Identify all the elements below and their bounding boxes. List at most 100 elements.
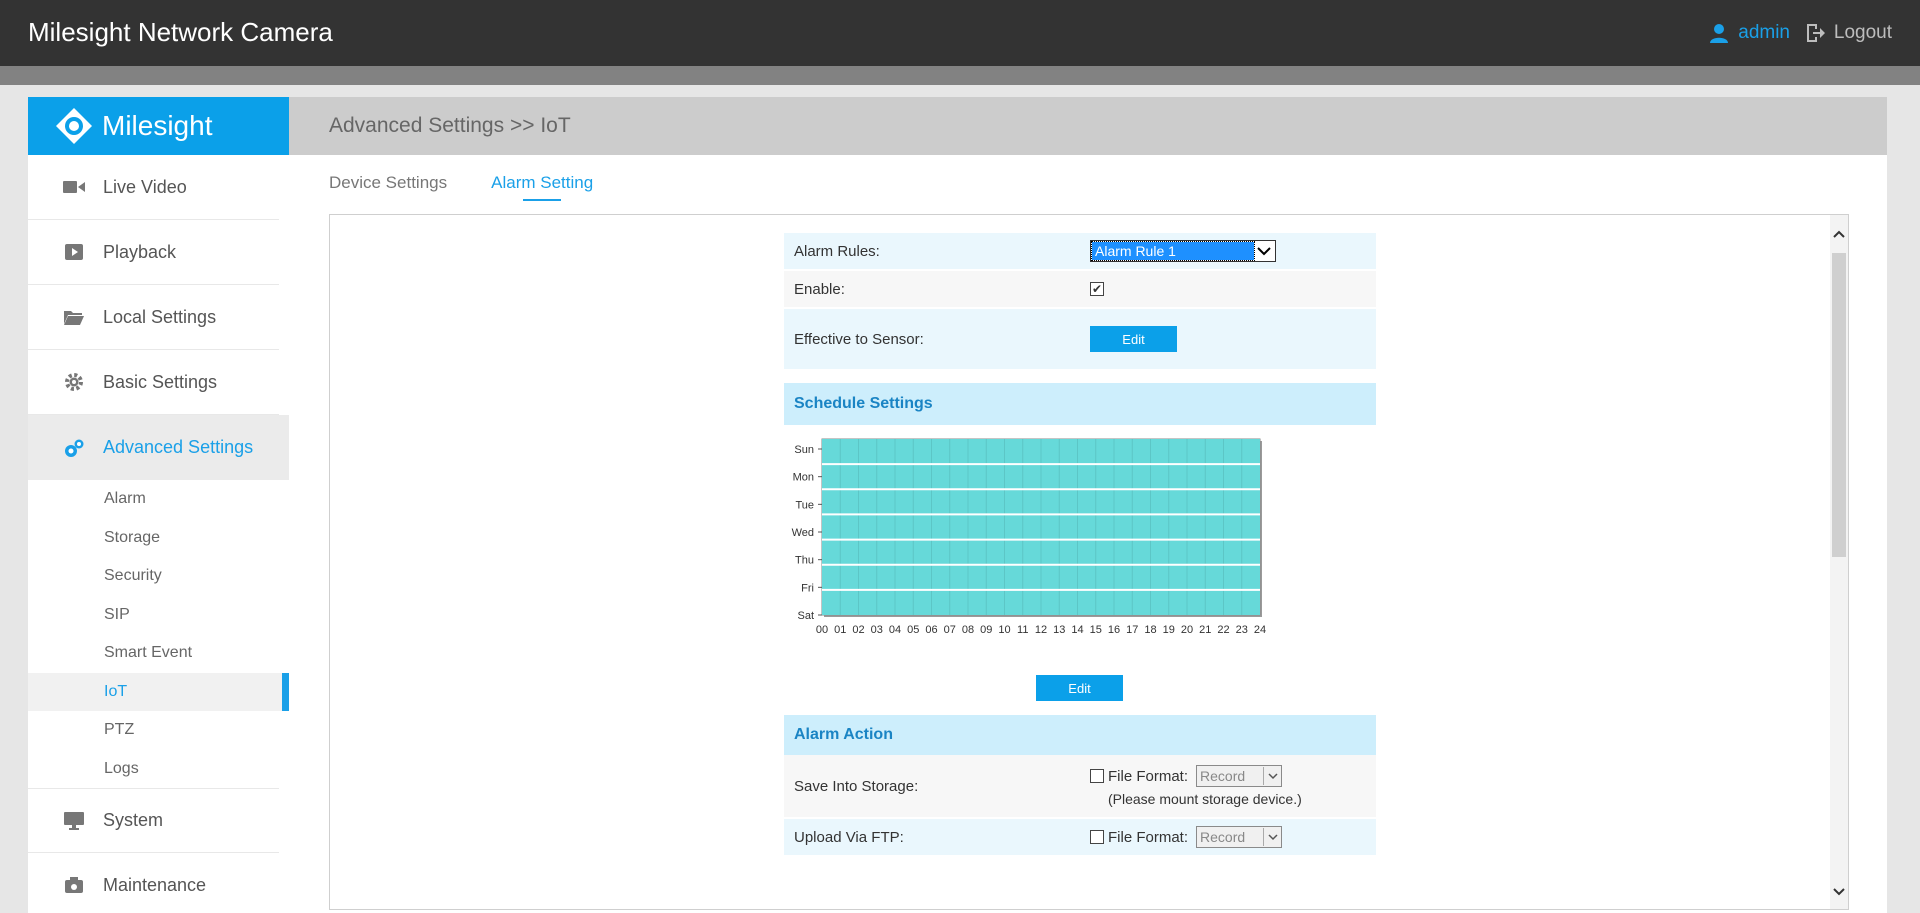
- nav-label[interactable]: Local Settings: [103, 307, 216, 328]
- nav-maintenance[interactable]: Maintenance: [28, 853, 279, 913]
- file-format-label: File Format:: [1108, 767, 1189, 785]
- file-format-value[interactable]: Record: [1200, 768, 1263, 784]
- x-tick-label: 24: [1254, 624, 1266, 636]
- schedule-chart[interactable]: Sun Mon Tue Wed Thu Fri Sat00 01 02 03 04 05 06 07 08 0…: [784, 425, 1376, 675]
- alarm-action-header: Alarm Action: [784, 715, 1376, 755]
- alarm-rules-label: Alarm Rules:: [794, 242, 880, 260]
- x-tick-label: 18: [1144, 624, 1156, 636]
- camera-box-icon: [63, 874, 85, 896]
- subnav-ptz[interactable]: PTZ: [28, 711, 289, 750]
- mount-storage-note: (Please mount storage device.): [1108, 791, 1302, 807]
- nav-local-settings[interactable]: Local Settings: [28, 285, 279, 350]
- nav-label[interactable]: System: [103, 810, 163, 831]
- subnav-storage[interactable]: Storage: [28, 519, 289, 558]
- y-tick-label-mon: Mon: [793, 472, 814, 484]
- schedule-settings-header: Schedule Settings: [784, 383, 1376, 425]
- x-tick-label: 05: [907, 624, 919, 636]
- save-storage-label: Save Into Storage:: [794, 777, 919, 795]
- scrollbar-thumb[interactable]: [1832, 253, 1846, 557]
- upload-ftp-format-select[interactable]: Record: [1196, 826, 1283, 848]
- enable-row: Enable: ✔: [784, 271, 1376, 307]
- gear-icon: [63, 371, 85, 393]
- user-menu[interactable]: admin: [1708, 22, 1790, 44]
- video-camera-icon: [63, 176, 85, 198]
- y-tick-label-wed: Wed: [792, 527, 814, 539]
- nav-live-video[interactable]: Live Video: [28, 155, 279, 220]
- effective-sensor-row: Effective to Sensor: Edit: [784, 309, 1376, 369]
- x-tick-label: 09: [980, 624, 992, 636]
- x-tick-label: 21: [1199, 624, 1211, 636]
- scroll-up-icon[interactable]: [1830, 225, 1848, 243]
- x-tick-label: 04: [889, 624, 901, 636]
- tab-bar: Device Settings Alarm Setting: [329, 173, 593, 201]
- schedule-edit-button[interactable]: Edit: [1036, 675, 1123, 701]
- subnav-security[interactable]: Security: [28, 557, 289, 596]
- upload-ftp-checkbox[interactable]: [1090, 830, 1104, 844]
- save-storage-row: Save Into Storage: File Format: Record (…: [784, 755, 1376, 817]
- x-tick-label: 06: [925, 624, 937, 636]
- enable-checkbox[interactable]: ✔: [1090, 282, 1104, 296]
- nav-label[interactable]: Advanced Settings: [103, 437, 253, 458]
- x-tick-label: 12: [1035, 624, 1047, 636]
- x-tick-label: 16: [1108, 624, 1120, 636]
- logout-button[interactable]: Logout: [1804, 22, 1892, 44]
- nav-playback[interactable]: Playback: [28, 220, 279, 285]
- alarm-setting-form: Alarm Rules: Alarm Rule 1 Enable: ✔ Effe…: [784, 233, 1376, 857]
- save-storage-checkbox[interactable]: [1090, 769, 1104, 783]
- file-format-value[interactable]: Record: [1200, 829, 1263, 845]
- x-tick-label: 10: [998, 624, 1010, 636]
- tab-device-settings[interactable]: Device Settings: [329, 173, 447, 201]
- x-tick-label: 00: [816, 624, 828, 636]
- scrollbar[interactable]: [1830, 215, 1848, 909]
- enable-label: Enable:: [794, 280, 845, 298]
- subnav-smart-event[interactable]: Smart Event: [28, 634, 289, 673]
- x-tick-label: 20: [1181, 624, 1193, 636]
- subnav-iot[interactable]: IoT: [28, 672, 289, 711]
- chevron-down-icon[interactable]: [1254, 246, 1274, 256]
- tab-alarm-setting[interactable]: Alarm Setting: [491, 173, 593, 201]
- scroll-down-icon[interactable]: [1830, 883, 1848, 901]
- x-tick-label: 17: [1126, 624, 1138, 636]
- chevron-down-icon[interactable]: [1263, 828, 1281, 846]
- settings-panel: Alarm Rules: Alarm Rule 1 Enable: ✔ Effe…: [329, 214, 1849, 910]
- header-strip: [0, 66, 1920, 85]
- play-icon: [63, 241, 85, 263]
- chevron-down-icon[interactable]: [1263, 767, 1281, 785]
- alarm-rules-row: Alarm Rules: Alarm Rule 1: [784, 233, 1376, 269]
- brand-logo: Milesight: [28, 97, 289, 155]
- subnav-alarm[interactable]: Alarm: [28, 480, 289, 519]
- y-tick-label-tue: Tue: [795, 499, 814, 511]
- subnav-sip[interactable]: SIP: [28, 596, 289, 635]
- x-tick-label: 23: [1236, 624, 1248, 636]
- app-title: Milesight Network Camera: [28, 17, 333, 47]
- save-storage-format-select[interactable]: Record: [1196, 765, 1283, 787]
- nav-label[interactable]: Maintenance: [103, 875, 206, 896]
- alarm-rules-value[interactable]: Alarm Rule 1: [1091, 241, 1255, 261]
- x-tick-label: 14: [1071, 624, 1083, 636]
- sidebar: Milesight Live Video Playback Local Sett…: [28, 97, 289, 913]
- alarm-rules-select[interactable]: Alarm Rule 1: [1090, 240, 1276, 262]
- folder-icon: [63, 306, 85, 328]
- nav-basic-settings[interactable]: Basic Settings: [28, 350, 279, 415]
- nav-system[interactable]: System: [28, 788, 279, 853]
- main-content: Advanced Settings >> IoT Device Settings…: [289, 97, 1887, 913]
- nav-label[interactable]: Playback: [103, 242, 176, 263]
- nav-label[interactable]: Live Video: [103, 177, 187, 198]
- username[interactable]: admin: [1738, 22, 1790, 44]
- milesight-logo-icon: [56, 108, 92, 144]
- x-tick-label: 03: [871, 624, 883, 636]
- nav-label[interactable]: Basic Settings: [103, 372, 217, 393]
- logout-label[interactable]: Logout: [1834, 22, 1892, 44]
- effective-sensor-label: Effective to Sensor:: [794, 330, 924, 348]
- subnav-logs[interactable]: Logs: [28, 750, 289, 789]
- x-tick-label: 22: [1217, 624, 1229, 636]
- x-tick-label: 08: [962, 624, 974, 636]
- effective-sensor-edit-button[interactable]: Edit: [1090, 326, 1177, 352]
- x-tick-label: 02: [852, 624, 864, 636]
- user-icon: [1710, 24, 1729, 43]
- nav-advanced-settings[interactable]: Advanced Settings: [28, 415, 289, 480]
- y-tick-label-fri: Fri: [801, 582, 814, 594]
- y-tick-label-thu: Thu: [795, 555, 814, 567]
- x-tick-label: 07: [944, 624, 956, 636]
- upload-ftp-row: Upload Via FTP: File Format: Record: [784, 819, 1376, 855]
